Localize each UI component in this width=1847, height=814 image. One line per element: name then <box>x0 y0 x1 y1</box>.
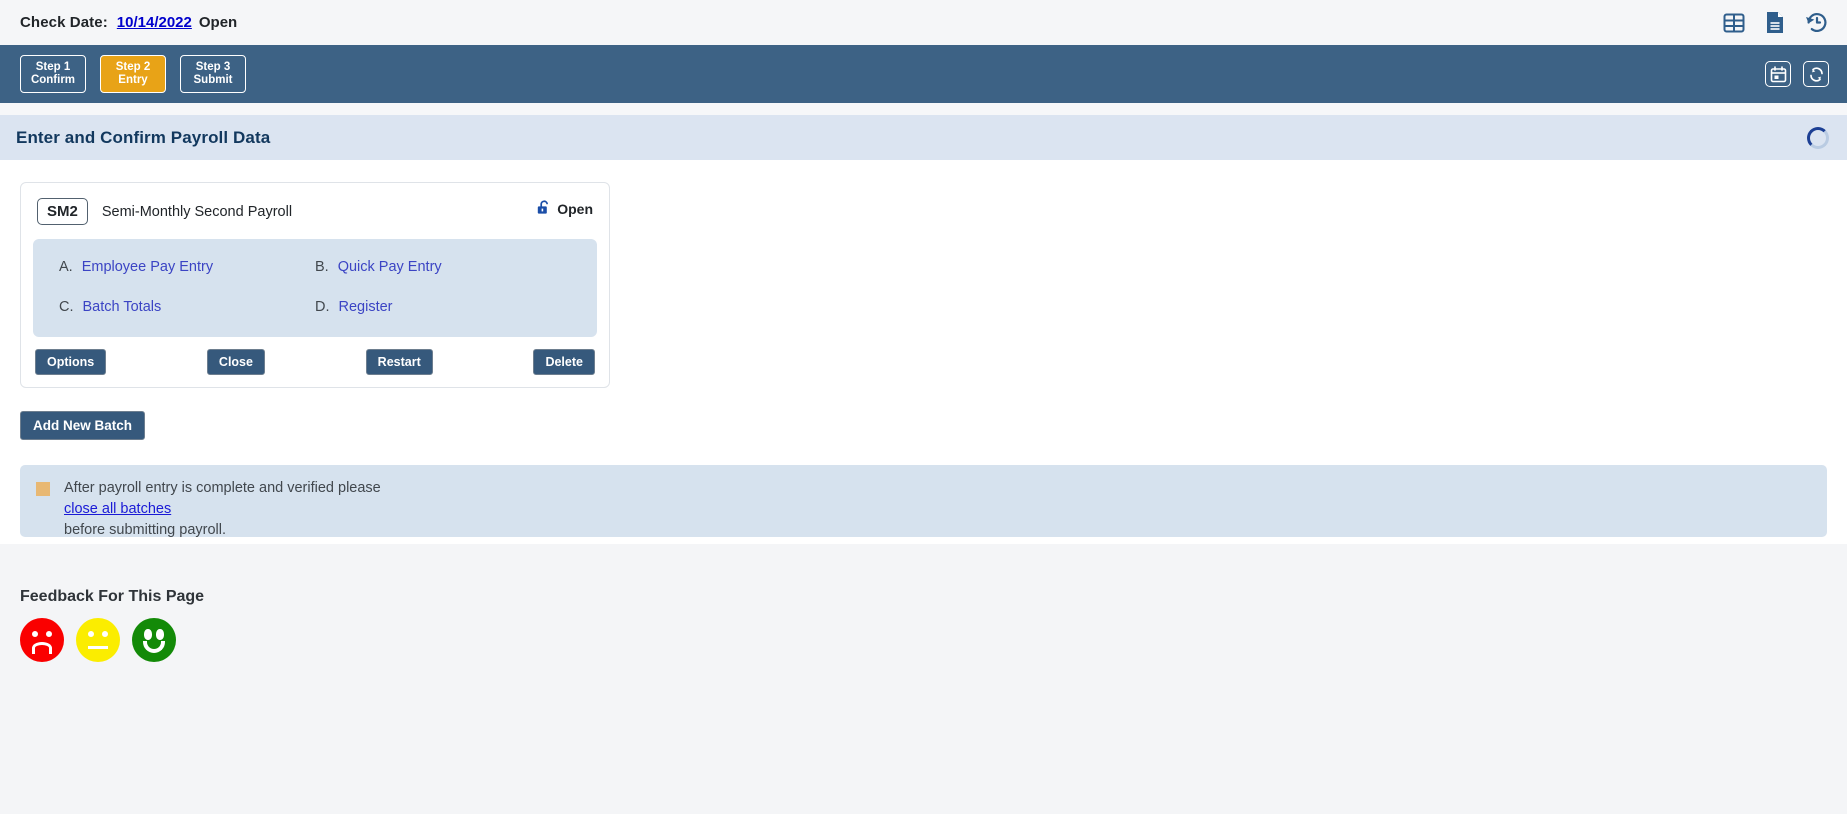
close-button[interactable]: Close <box>206 349 265 375</box>
employee-pay-entry-link[interactable]: Employee Pay Entry <box>82 259 213 275</box>
feedback-face-group <box>20 618 1847 662</box>
delete-button[interactable]: Delete <box>533 349 595 375</box>
status-badge: Open <box>536 199 593 219</box>
check-date-label: Check Date: <box>20 14 108 31</box>
step-3-line1: Step 3 <box>195 61 231 73</box>
options-button[interactable]: Options <box>35 349 107 375</box>
step-2-line2: Entry <box>118 74 148 86</box>
history-icon[interactable] <box>1805 11 1829 34</box>
bar-gap <box>0 103 1847 115</box>
batch-link-c: C. Batch Totals <box>59 299 315 315</box>
neutral-face-right-eye-icon <box>102 631 108 637</box>
notice-line-1: After payroll entry is complete and veri… <box>64 480 381 496</box>
batch-totals-link[interactable]: Batch Totals <box>83 299 162 315</box>
feedback-negative-button[interactable] <box>20 618 64 662</box>
batch-name-label: Semi-Monthly Second Payroll <box>101 203 293 220</box>
step-3-line2: Submit <box>193 74 233 86</box>
batch-link-d: D. Register <box>315 299 571 315</box>
step-1-line2: Confirm <box>30 74 76 86</box>
close-all-batches-link[interactable]: close all batches <box>64 501 171 517</box>
main-content-panel: SM2 Semi-Monthly Second Payroll Open A. … <box>0 160 1847 544</box>
batch-link-b-letter: B. <box>315 259 329 275</box>
batch-card: SM2 Semi-Monthly Second Payroll Open A. … <box>20 182 610 388</box>
sad-face-mouth-icon <box>32 642 52 654</box>
unlocked-padlock-icon <box>536 199 552 219</box>
notice-banner: After payroll entry is complete and veri… <box>20 465 1827 538</box>
loading-spinner <box>1807 126 1829 149</box>
batch-link-a-letter: A. <box>59 259 73 275</box>
batch-links-row: C. Batch Totals D. Register <box>59 299 571 315</box>
refresh-icon[interactable] <box>1803 61 1829 87</box>
document-icon[interactable] <box>1765 11 1785 34</box>
topbar-icon-group <box>1723 0 1829 45</box>
check-date-bar: Check Date: 10/14/2022 Open <box>0 0 1847 45</box>
feedback-neutral-button[interactable] <box>76 618 120 662</box>
grid-table-icon[interactable] <box>1723 12 1745 34</box>
quick-pay-entry-link[interactable]: Quick Pay Entry <box>338 259 442 275</box>
happy-face-left-eye-icon <box>144 629 152 640</box>
batch-link-d-letter: D. <box>315 299 330 315</box>
add-new-batch-button[interactable]: Add New Batch <box>20 411 146 440</box>
batch-links-panel: A. Employee Pay Entry B. Quick Pay Entry… <box>33 239 597 337</box>
neutral-face-mouth-icon <box>88 646 108 649</box>
page-title: Enter and Confirm Payroll Data <box>16 127 271 147</box>
check-date-status: Open <box>198 14 238 31</box>
batch-links-row: A. Employee Pay Entry B. Quick Pay Entry <box>59 259 571 275</box>
batch-card-header: SM2 Semi-Monthly Second Payroll Open <box>33 195 597 239</box>
feedback-positive-button[interactable] <box>132 618 176 662</box>
sad-face-right-eye-icon <box>46 631 52 637</box>
batch-link-a: A. Employee Pay Entry <box>59 259 315 275</box>
step-navigation-bar: Step 1 Confirm Step 2 Entry Step 3 Submi… <box>0 45 1847 103</box>
stepbar-icon-group <box>1765 45 1829 103</box>
status-badge-label: Open <box>557 201 593 217</box>
step-2-entry-button[interactable]: Step 2 Entry <box>100 55 166 93</box>
sad-face-left-eye-icon <box>32 631 38 637</box>
register-link[interactable]: Register <box>339 299 393 315</box>
feedback-title: Feedback For This Page <box>20 588 205 605</box>
notice-text: After payroll entry is complete and veri… <box>64 478 381 538</box>
happy-face-mouth-icon <box>143 641 165 653</box>
step-1-line1: Step 1 <box>35 61 71 73</box>
add-batch-container: Add New Batch <box>20 411 1827 440</box>
section-header: Enter and Confirm Payroll Data <box>0 115 1847 160</box>
notice-line-3: before submitting payroll. <box>64 522 226 538</box>
note-marker-icon <box>36 482 50 496</box>
happy-face-right-eye-icon <box>156 629 164 640</box>
batch-action-buttons: Options Close Restart Delete <box>33 337 597 377</box>
batch-link-b: B. Quick Pay Entry <box>315 259 571 275</box>
batch-link-c-letter: C. <box>59 299 74 315</box>
neutral-face-left-eye-icon <box>88 631 94 637</box>
restart-button[interactable]: Restart <box>365 349 433 375</box>
batch-code-badge[interactable]: SM2 <box>37 198 88 225</box>
step-2-line1: Step 2 <box>115 61 151 73</box>
calendar-icon[interactable] <box>1765 61 1791 87</box>
step-1-confirm-button[interactable]: Step 1 Confirm <box>20 55 86 93</box>
feedback-section: Feedback For This Page <box>0 544 1847 662</box>
check-date-link[interactable]: 10/14/2022 <box>117 14 192 31</box>
step-3-submit-button[interactable]: Step 3 Submit <box>180 55 246 93</box>
